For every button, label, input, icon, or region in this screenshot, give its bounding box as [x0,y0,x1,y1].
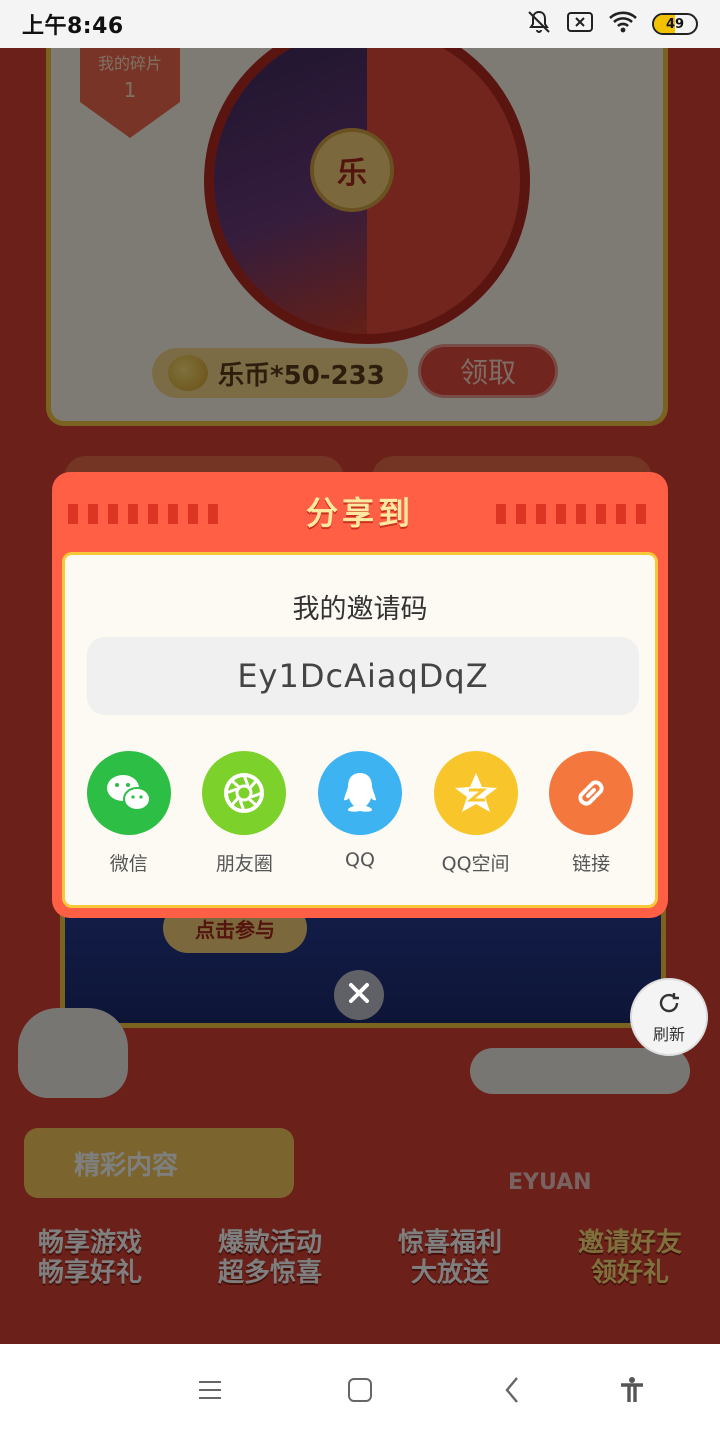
system-nav-bar [0,1344,720,1440]
battery-level: 49 [665,16,685,32]
close-icon [346,980,372,1010]
checker-decoration-left [68,504,224,524]
accessibility-button[interactable] [608,1368,656,1416]
invite-code-label: 我的邀请码 [292,594,428,625]
moments-icon[interactable] [202,751,287,835]
share-label: 微信 [109,853,148,875]
wechat-icon[interactable] [86,751,171,835]
home-button[interactable] [336,1368,384,1416]
menu-icon [197,1379,223,1405]
modal-title: 分享到 [305,494,414,532]
refresh-icon [656,990,682,1021]
share-wechat[interactable]: 微信 [74,751,184,876]
qq-icon[interactable] [317,751,402,835]
share-label: 朋友圈 [215,853,273,875]
refresh-button[interactable]: 刷新 [630,978,708,1056]
modal-header: 分享到 [52,472,668,550]
invite-code-field[interactable]: Ey1DcAiaqDqZ [87,637,639,715]
bell-off-icon [526,9,552,39]
accessibility-icon [618,1376,646,1408]
share-label: QQ [345,849,375,871]
checker-decoration-right [496,504,652,524]
menu-button[interactable] [186,1368,234,1416]
status-bar: 上午8:46 49 [0,0,720,48]
home-icon [347,1377,373,1407]
share-targets: 微信 朋友圈 QQ QQ空间 链接 [65,751,655,876]
back-button[interactable] [488,1368,536,1416]
modal-body: 我的邀请码 Ey1DcAiaqDqZ 微信 朋友圈 QQ QQ空间 链接 [62,552,658,908]
qzone-icon[interactable] [433,751,518,835]
refresh-label: 刷新 [652,1024,685,1044]
sim-off-icon [566,10,594,38]
back-icon [504,1376,520,1408]
status-time: 上午8:46 [22,14,124,39]
share-qzone[interactable]: QQ空间 [421,751,531,876]
link-icon[interactable] [549,751,634,835]
share-link[interactable]: 链接 [536,751,646,876]
wifi-icon [608,10,638,38]
share-moments[interactable]: 朋友圈 [189,751,299,876]
share-qq[interactable]: QQ [305,751,415,876]
status-icons: 49 [526,9,698,39]
share-modal: 分享到 我的邀请码 Ey1DcAiaqDqZ 微信 朋友圈 QQ QQ空间 链接 [52,472,668,918]
battery-icon: 49 [652,13,698,35]
share-label: QQ空间 [441,853,510,875]
share-label: 链接 [572,853,611,875]
close-button[interactable] [334,970,384,1020]
